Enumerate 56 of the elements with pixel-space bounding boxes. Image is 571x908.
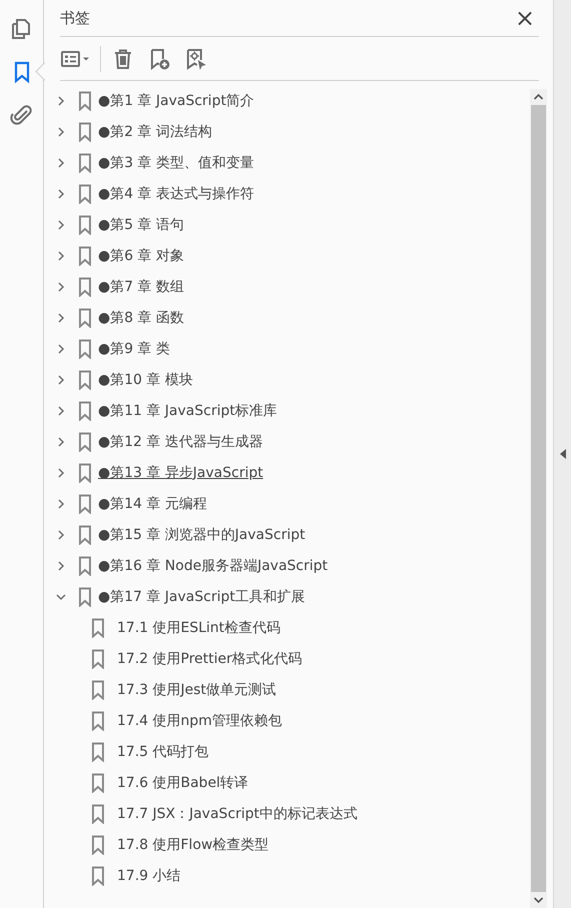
bookmark-icon <box>91 648 105 668</box>
bookmark-item[interactable]: ●第10 章 模块 <box>98 370 193 390</box>
bookmark-icon <box>78 276 92 296</box>
bookmark-item[interactable]: 17.9 小结 <box>117 866 181 886</box>
bookmark-icon <box>78 90 92 110</box>
bookmark-item[interactable]: ●第15 章 浏览器中的JavaScript <box>98 524 306 544</box>
bookmark-icon <box>78 122 92 142</box>
bookmark-item[interactable]: ●第14 章 元编程 <box>98 494 207 514</box>
bookmark-icon <box>78 338 92 358</box>
bookmark-item[interactable]: 17.8 使用Flow检查类型 <box>117 834 269 854</box>
panel-title: 书签 <box>60 8 90 28</box>
bookmark-item[interactable]: 17.7 JSX：JavaScript中的标记表达式 <box>117 804 358 824</box>
bookmark-item[interactable]: ●第8 章 函数 <box>98 308 184 328</box>
bookmark-icon <box>91 866 105 886</box>
bookmark-item[interactable]: 17.6 使用Babel转译 <box>117 772 248 792</box>
collapse-icon[interactable] <box>558 448 566 460</box>
bookmark-icon <box>78 308 92 328</box>
bookmark-item[interactable]: ●第16 章 Node服务器端JavaScript <box>98 556 328 576</box>
bookmark-item[interactable]: ●第11 章 JavaScript标准库 <box>98 400 278 420</box>
bookmark-item[interactable]: ●第13 章 异步JavaScript <box>98 462 264 482</box>
bookmark-icon <box>78 214 92 234</box>
bookmark-item[interactable]: ●第17 章 JavaScript工具和扩展 <box>98 586 306 606</box>
bookmark-item[interactable]: ●第6 章 对象 <box>98 246 184 266</box>
bookmark-item[interactable]: ●第7 章 数组 <box>98 276 184 296</box>
bookmark-item[interactable]: ●第2 章 词法结构 <box>98 122 212 142</box>
bookmark-icon <box>78 370 92 390</box>
bookmark-item[interactable]: ●第9 章 类 <box>98 338 170 358</box>
bookmark-icon <box>91 772 105 792</box>
bookmark-icon <box>91 804 105 824</box>
bookmark-icon <box>78 152 92 172</box>
bookmark-item[interactable]: 17.2 使用Prettier格式化代码 <box>117 648 302 668</box>
bookmark-icon <box>78 432 92 452</box>
bookmark-icon <box>91 680 105 700</box>
bookmark-item[interactable]: ●第1 章 JavaScript简介 <box>98 90 254 110</box>
bookmark-icon <box>78 462 92 482</box>
bookmark-icon <box>78 524 92 544</box>
bookmark-item[interactable]: ●第4 章 表达式与操作符 <box>98 184 254 204</box>
bookmark-icon <box>91 742 105 762</box>
bookmark-icon <box>78 184 92 204</box>
paperclip-icon[interactable] <box>10 103 34 127</box>
bookmark-icon <box>78 586 92 606</box>
bookmark-icon <box>78 556 92 576</box>
bookmark-item[interactable]: 17.1 使用ESLint检查代码 <box>117 618 280 638</box>
bookmark-item[interactable]: ●第12 章 迭代器与生成器 <box>98 432 263 452</box>
bookmark-icon <box>91 618 105 638</box>
bookmark-item[interactable]: ●第5 章 语句 <box>98 214 184 234</box>
bookmark-item[interactable]: 17.4 使用npm管理依赖包 <box>117 710 282 730</box>
bookmark-item[interactable]: ●第3 章 类型、值和变量 <box>98 152 254 172</box>
bookmark-item[interactable]: 17.5 代码打包 <box>117 742 209 762</box>
bookmark-icon <box>91 834 105 854</box>
bookmark-icon <box>78 400 92 420</box>
close-button[interactable]: × <box>510 6 539 30</box>
bookmark-icon <box>78 494 92 514</box>
bookmark-icon <box>78 246 92 266</box>
bookmark-icon <box>91 710 105 730</box>
bookmark-item[interactable]: 17.3 使用Jest做单元测试 <box>117 680 276 700</box>
